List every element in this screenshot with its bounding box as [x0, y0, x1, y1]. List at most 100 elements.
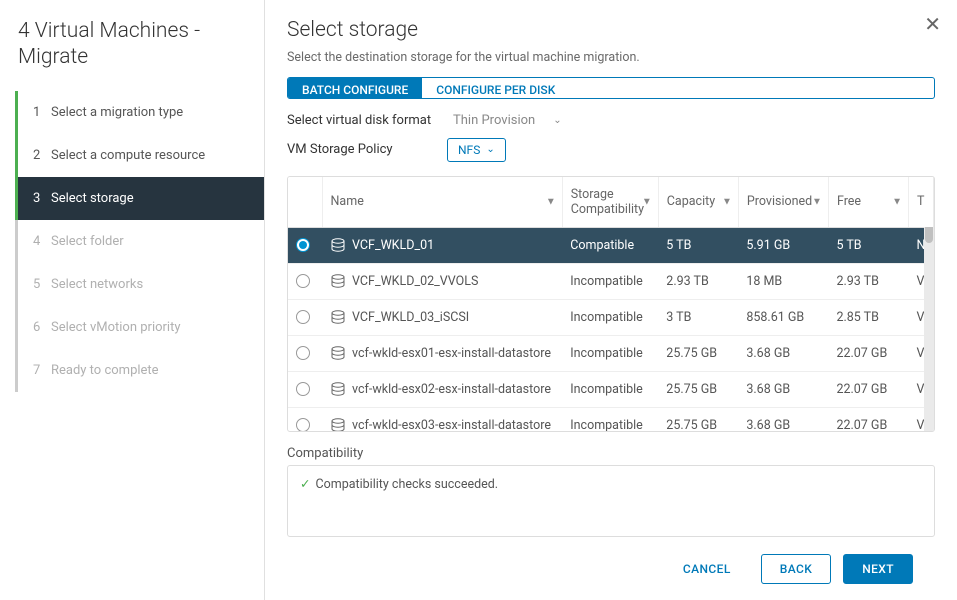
- wizard-step-3[interactable]: 3Select storage: [15, 177, 264, 220]
- cell-free: 2.85 TB: [828, 299, 908, 335]
- cell-compatibility: Incompatible: [562, 371, 658, 407]
- datastore-icon: [330, 346, 346, 360]
- filter-icon[interactable]: ▼: [892, 196, 902, 207]
- storage-policy-value: NFS: [458, 143, 480, 157]
- column-compatibility[interactable]: Storage Compatibility ▼: [562, 177, 658, 228]
- cell-name: vcf-wkld-esx02-esx-install-datastore: [322, 371, 562, 407]
- wizard-content: ✕ Select storage Select the destination …: [265, 0, 957, 600]
- wizard-step-label: Ready to complete: [51, 363, 159, 378]
- datastore-icon: [330, 310, 346, 324]
- cell-name: VCF_WKLD_02_VVOLS: [322, 263, 562, 299]
- row-radio[interactable]: [296, 418, 310, 431]
- cell-compatibility: Incompatible: [562, 407, 658, 431]
- cell-capacity: 5 TB: [658, 227, 738, 263]
- cell-compatibility: Compatible: [562, 227, 658, 263]
- cell-provisioned: 3.68 GB: [738, 407, 828, 431]
- compatibility-message: Compatibility checks succeeded.: [315, 477, 498, 492]
- column-select: [288, 177, 322, 228]
- wizard-step-7: 7Ready to complete: [15, 349, 264, 392]
- filter-icon[interactable]: ▼: [722, 196, 732, 207]
- back-button[interactable]: BACK: [761, 554, 831, 584]
- disk-format-label: Select virtual disk format: [287, 113, 447, 128]
- page-description: Select the destination storage for the v…: [287, 50, 935, 65]
- datastore-row[interactable]: VCF_WKLD_02_VVOLSIncompatible2.93 TB18 M…: [288, 263, 934, 299]
- cell-name: vcf-wkld-esx03-esx-install-datastore: [322, 407, 562, 431]
- tab-configure-per-disk[interactable]: CONFIGURE PER DISK: [422, 78, 569, 98]
- filter-icon[interactable]: ▼: [812, 196, 822, 207]
- wizard-step-label: Select networks: [51, 277, 143, 292]
- cell-provisioned: 3.68 GB: [738, 371, 828, 407]
- cell-capacity: 25.75 GB: [658, 371, 738, 407]
- row-radio[interactable]: [296, 274, 310, 288]
- cell-name: VCF_WKLD_01: [322, 227, 562, 263]
- column-overflow: T: [909, 177, 934, 228]
- cell-provisioned: 18 MB: [738, 263, 828, 299]
- compatibility-section-label: Compatibility: [287, 446, 935, 461]
- cell-provisioned: 858.61 GB: [738, 299, 828, 335]
- cell-provisioned: 3.68 GB: [738, 335, 828, 371]
- cell-free: 5 TB: [828, 227, 908, 263]
- datastore-icon: [330, 274, 346, 288]
- cell-free: 22.07 GB: [828, 371, 908, 407]
- wizard-steps-list: 1Select a migration type2Select a comput…: [0, 91, 264, 392]
- cell-name: VCF_WKLD_03_iSCSI: [322, 299, 562, 335]
- cell-name: vcf-wkld-esx01-esx-install-datastore: [322, 335, 562, 371]
- config-mode-tabs: BATCH CONFIGURE CONFIGURE PER DISK: [287, 77, 935, 99]
- cell-provisioned: 5.91 GB: [738, 227, 828, 263]
- cell-compatibility: Incompatible: [562, 263, 658, 299]
- wizard-step-6: 6Select vMotion priority: [15, 306, 264, 349]
- column-free[interactable]: Free ▼: [828, 177, 908, 228]
- chevron-down-icon: ⌄: [486, 144, 494, 155]
- disk-format-select[interactable]: Thin Provision ⌄: [447, 111, 568, 130]
- datastore-row[interactable]: vcf-wkld-esx01-esx-install-datastoreInco…: [288, 335, 934, 371]
- row-radio[interactable]: [296, 310, 310, 324]
- datastore-row[interactable]: vcf-wkld-esx02-esx-install-datastoreInco…: [288, 371, 934, 407]
- datastore-icon: [330, 418, 346, 431]
- disk-format-value: Thin Provision: [453, 113, 535, 128]
- chevron-down-icon: ⌄: [553, 115, 561, 126]
- page-heading: Select storage: [287, 18, 935, 42]
- compatibility-results-box: ✓ Compatibility checks succeeded.: [287, 465, 935, 537]
- column-provisioned[interactable]: Provisioned ▼: [738, 177, 828, 228]
- column-capacity[interactable]: Capacity ▼: [658, 177, 738, 228]
- cell-capacity: 3 TB: [658, 299, 738, 335]
- wizard-sidebar: 4 Virtual Machines - Migrate 1Select a m…: [0, 0, 265, 600]
- datastore-icon: [330, 238, 346, 252]
- wizard-step-label: Select a compute resource: [51, 148, 205, 163]
- filter-icon[interactable]: ▼: [642, 196, 652, 207]
- wizard-step-label: Select folder: [51, 234, 124, 249]
- cell-capacity: 25.75 GB: [658, 407, 738, 431]
- cell-free: 22.07 GB: [828, 407, 908, 431]
- cancel-button[interactable]: CANCEL: [665, 555, 749, 583]
- datastore-row[interactable]: VCF_WKLD_01Compatible5 TB5.91 GB5 TBN: [288, 227, 934, 263]
- wizard-step-label: Select vMotion priority: [51, 320, 181, 335]
- wizard-step-4: 4Select folder: [15, 220, 264, 263]
- wizard-step-5: 5Select networks: [15, 263, 264, 306]
- wizard-footer: CANCEL BACK NEXT: [287, 537, 935, 600]
- wizard-step-1[interactable]: 1Select a migration type: [15, 91, 264, 134]
- check-icon: ✓: [300, 477, 310, 492]
- datastore-row[interactable]: vcf-wkld-esx03-esx-install-datastoreInco…: [288, 407, 934, 431]
- row-radio[interactable]: [296, 238, 310, 252]
- tab-batch-configure[interactable]: BATCH CONFIGURE: [288, 78, 422, 98]
- datastore-row[interactable]: VCF_WKLD_03_iSCSIIncompatible3 TB858.61 …: [288, 299, 934, 335]
- row-radio[interactable]: [296, 382, 310, 396]
- cell-free: 22.07 GB: [828, 335, 908, 371]
- row-radio[interactable]: [296, 346, 310, 360]
- filter-icon[interactable]: ▼: [546, 196, 556, 207]
- datastore-icon: [330, 382, 346, 396]
- column-name[interactable]: Name ▼: [322, 177, 562, 228]
- cell-free: 2.93 TB: [828, 263, 908, 299]
- storage-policy-select[interactable]: NFS ⌄: [447, 138, 506, 162]
- migrate-wizard-dialog: 4 Virtual Machines - Migrate 1Select a m…: [0, 0, 957, 600]
- cell-capacity: 2.93 TB: [658, 263, 738, 299]
- wizard-step-2[interactable]: 2Select a compute resource: [15, 134, 264, 177]
- storage-policy-label: VM Storage Policy: [287, 142, 447, 157]
- wizard-step-label: Select a migration type: [51, 105, 183, 120]
- close-icon[interactable]: ✕: [924, 12, 941, 36]
- cell-compatibility: Incompatible: [562, 335, 658, 371]
- cell-capacity: 25.75 GB: [658, 335, 738, 371]
- wizard-title: 4 Virtual Machines - Migrate: [0, 18, 264, 91]
- next-button[interactable]: NEXT: [843, 554, 913, 584]
- datastore-grid: Name ▼ Storage Compatibility ▼ Capacity …: [287, 176, 935, 432]
